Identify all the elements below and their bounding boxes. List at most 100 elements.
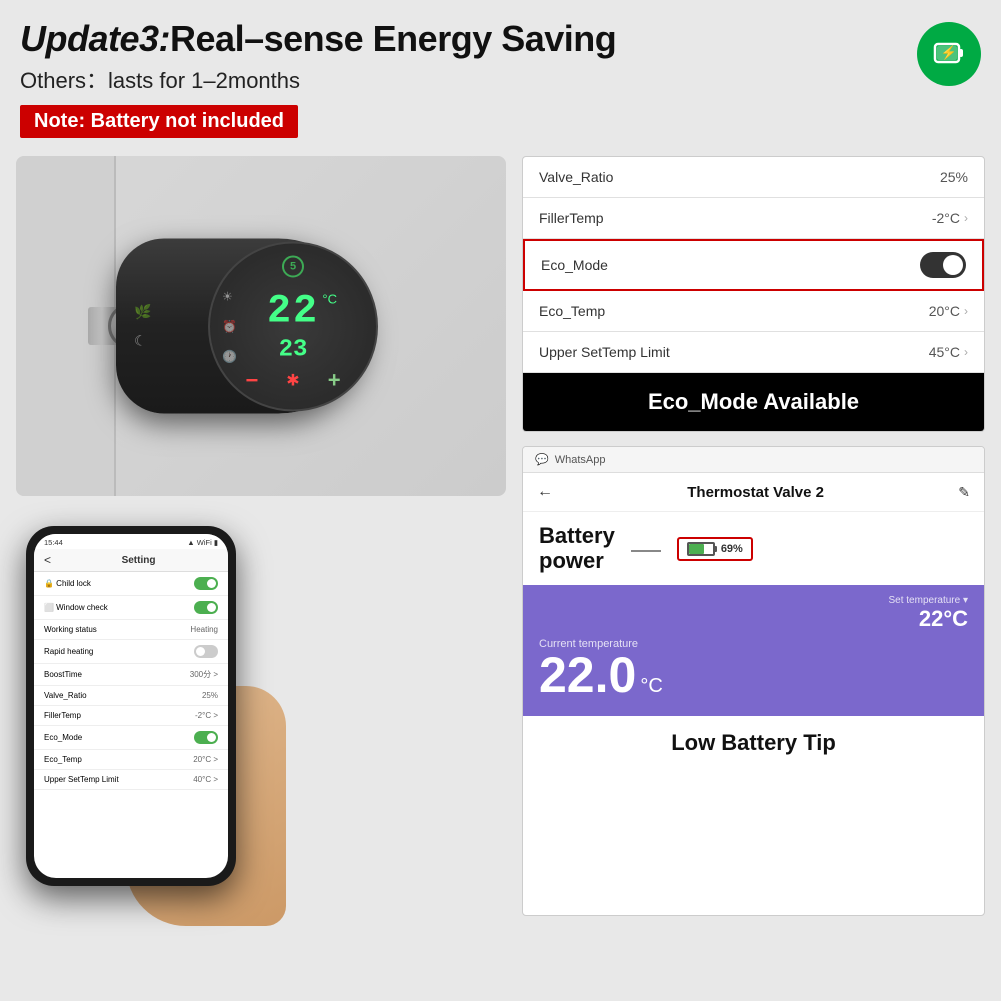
phone-row-boosttime: BoostTime 300分 > <box>34 664 228 686</box>
current-temp-display: 22.0 °C <box>539 650 968 700</box>
battery-power-label-block: Battery power <box>539 524 615 572</box>
boosttime-label: BoostTime <box>44 670 82 679</box>
eco-mode-available-label: Eco_Mode Available <box>523 373 984 431</box>
valve-ratio-value: 25% <box>202 691 218 700</box>
battery-fill <box>689 544 705 554</box>
thermostat-body: 5 22 °C 23 ☀ ⏰ 🕐 <box>116 239 366 414</box>
svg-text:⚡: ⚡ <box>941 45 957 61</box>
filler-temp-row-label: FillerTemp <box>539 210 604 226</box>
whatsapp-header: 💬 WhatsApp <box>523 447 984 473</box>
phone-back-arrow[interactable]: < <box>44 553 51 567</box>
eco-temp-value: 20°C > <box>193 755 218 764</box>
phone-settings-list: 🔒 Child lock ⬜ Window check Working stat… <box>34 572 228 790</box>
secondary-temp: 23 <box>267 336 319 363</box>
battery-app-title: Thermostat Valve 2 <box>687 484 824 501</box>
right-panel: Valve_Ratio 25% FillerTemp -2°C › Eco_Mo… <box>522 156 985 916</box>
whatsapp-label: WhatsApp <box>555 454 606 466</box>
leaf-icon: 🌿 <box>134 303 151 320</box>
phone-row-eco-temp: Eco_Temp 20°C > <box>34 750 228 770</box>
eco-mode-card: Valve_Ratio 25% FillerTemp -2°C › Eco_Mo… <box>522 156 985 432</box>
boosttime-value: 300分 > <box>190 669 218 680</box>
whatsapp-icon: 💬 <box>535 453 549 466</box>
phone-row-rapid-heating: Rapid heating <box>34 640 228 664</box>
low-battery-tip-label: Low Battery Tip <box>523 716 984 770</box>
battery-charging-icon: ⚡ <box>931 36 967 72</box>
valve-ratio-label: Valve_Ratio <box>44 691 87 700</box>
child-lock-toggle[interactable] <box>194 577 218 590</box>
main-title: Update3:Real–sense Energy Saving <box>20 18 917 59</box>
battery-app-header: ← Thermostat Valve 2 ✎ <box>523 473 984 512</box>
set-temp-block: Set temperature ▾ 22°C <box>539 595 968 632</box>
set-temp-label: Set temperature ▾ <box>539 595 968 606</box>
fillertemp-label: FillerTemp <box>44 711 81 720</box>
upper-settemp-row-label: Upper SetTemp Limit <box>539 344 670 360</box>
battery-tip <box>714 546 717 552</box>
working-status-value: Heating <box>190 625 218 634</box>
filler-temp-row-value: -2°C › <box>932 210 968 226</box>
temperature-section: Set temperature ▾ 22°C Current temperatu… <box>523 585 984 716</box>
battery-back-button[interactable]: ← <box>537 483 553 501</box>
eco-temp-row: Eco_Temp 20°C › <box>523 291 984 332</box>
phone-navbar: < Setting <box>34 549 228 572</box>
rapid-heating-label: Rapid heating <box>44 647 93 656</box>
battery-card: 💬 WhatsApp ← Thermostat Valve 2 ✎ Batter… <box>522 446 985 916</box>
left-panel: 5 22 °C 23 ☀ ⏰ 🕐 <box>16 156 506 916</box>
upper-settemp-row: Upper SetTemp Limit 45°C › <box>523 332 984 373</box>
temp-display: 22 °C 23 <box>267 289 319 363</box>
top-indicator: 5 <box>282 255 304 277</box>
valve-ratio-row-value: 25% <box>940 169 968 185</box>
phone-outer: 15:44 ▲ WiFi ▮ < Setting 🔒 Child lock <box>26 526 236 886</box>
thermostat-face: 5 22 °C 23 ☀ ⏰ 🕐 <box>208 241 378 411</box>
body-left-icons: 🌿 ☾ <box>134 303 151 349</box>
subtitle: Others：lasts for 1–2months <box>20 63 917 95</box>
eco-mode-row-label: Eco_Mode <box>541 257 608 273</box>
temp-unit: °C <box>322 291 337 306</box>
title-bold: Update3: <box>20 18 170 59</box>
child-lock-label: 🔒 Child lock <box>44 579 91 588</box>
window-check-label: ⬜ Window check <box>44 603 108 612</box>
title-rest: Real–sense Energy Saving <box>170 18 616 59</box>
phone-row-fillertemp: FillerTemp -2°C > <box>34 706 228 726</box>
clock2-icon: 🕐 <box>222 349 237 363</box>
battery-power-line2: power <box>539 548 604 573</box>
phone-row-child-lock: 🔒 Child lock <box>34 572 228 596</box>
upper-settemp-label: Upper SetTemp Limit <box>44 775 119 784</box>
eco-mode-label: Eco_Mode <box>44 733 82 742</box>
page-header: Update3:Real–sense Energy Saving Others：… <box>0 0 1001 146</box>
device-scene: 5 22 °C 23 ☀ ⏰ 🕐 <box>16 156 506 496</box>
header-text-block: Update3:Real–sense Energy Saving Others：… <box>20 18 917 138</box>
current-temp-unit: °C <box>640 675 662 698</box>
battery-icon-circle: ⚡ <box>917 22 981 86</box>
battery-indicator-box: 69% <box>677 537 753 561</box>
minus-button[interactable]: − <box>245 367 258 393</box>
phone-row-valve-ratio: Valve_Ratio 25% <box>34 686 228 706</box>
window-check-toggle[interactable] <box>194 601 218 614</box>
snowflake-icon: ✱ <box>286 370 299 390</box>
eco-temp-row-label: Eco_Temp <box>539 303 605 319</box>
eco-mode-row-highlighted: Eco_Mode <box>523 239 984 291</box>
battery-power-section: Battery power 69% <box>523 512 984 584</box>
dash-line <box>631 550 661 552</box>
phone-row-eco-mode: Eco_Mode <box>34 726 228 750</box>
valve-ratio-row: Valve_Ratio 25% <box>523 157 984 198</box>
temp-main-display: 22 °C <box>267 289 319 334</box>
main-content: 5 22 °C 23 ☀ ⏰ 🕐 <box>0 146 1001 926</box>
set-temp-value: 22°C <box>539 606 968 632</box>
upper-settemp-row-value: 45°C › <box>929 344 968 360</box>
working-status-label: Working status <box>44 625 97 634</box>
phone-row-upper-settemp: Upper SetTemp Limit 40°C > <box>34 770 228 790</box>
eco-temp-label: Eco_Temp <box>44 755 82 764</box>
eco-mode-toggle[interactable] <box>194 731 218 744</box>
eco-temp-row-value: 20°C › <box>929 303 968 319</box>
upper-settemp-value: 40°C > <box>193 775 218 784</box>
current-temp-value: 22.0 <box>539 650 636 700</box>
device-left-icons: ☀ ⏰ 🕐 <box>222 289 237 363</box>
battery-edit-icon[interactable]: ✎ <box>958 484 970 501</box>
phone-time: 15:44 <box>44 538 63 547</box>
plus-button[interactable]: + <box>328 367 341 393</box>
moon-icon: ☾ <box>134 332 151 349</box>
rapid-heating-toggle[interactable] <box>194 645 218 658</box>
battery-power-label: Battery power <box>539 524 615 572</box>
eco-mode-toggle-large[interactable] <box>920 252 966 278</box>
phone-row-working-status: Working status Heating <box>34 620 228 640</box>
